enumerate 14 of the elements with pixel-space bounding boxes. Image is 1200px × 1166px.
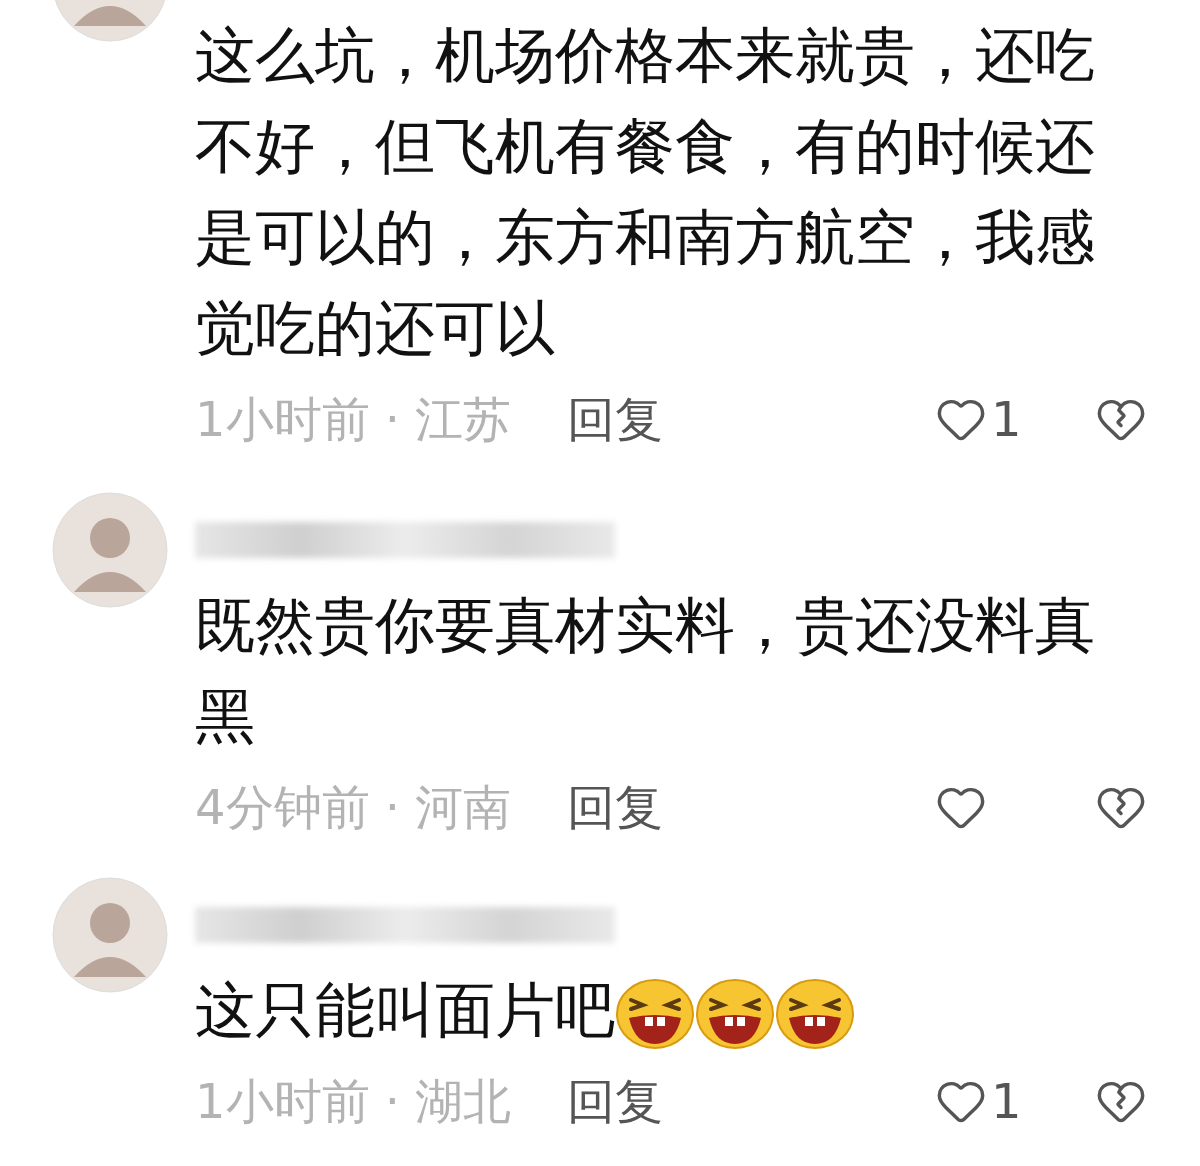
laughing-emoji-icon [615, 978, 695, 1051]
comment-text: 这只能叫面片吧 [195, 965, 1147, 1056]
like-button[interactable]: 1 [935, 383, 1035, 455]
comment-meta: 1小时前 · 湖北 [195, 1072, 512, 1131]
reply-button[interactable]: 回复 [567, 1065, 664, 1137]
comment-meta: 4分钟前 · 河南 [195, 778, 512, 837]
comment-text: 既然贵你要真材实料，贵还没料真黑 [195, 589, 1096, 753]
reply-button[interactable]: 回复 [567, 383, 664, 455]
comment-text: 这么坑，机场价格本来就贵，还吃不好，但飞机有餐食，有的时候还是可以的，东方和南方航空，我感觉吃的还可以 [195, 19, 1096, 365]
laughing-emoji-icon [775, 978, 855, 1051]
reply-button[interactable]: 回复 [567, 771, 664, 843]
comment-meta: 1小时前 · 江苏 [195, 390, 512, 449]
laughing-emoji-icon [695, 978, 775, 1051]
like-button[interactable]: 1 [935, 1065, 1035, 1137]
